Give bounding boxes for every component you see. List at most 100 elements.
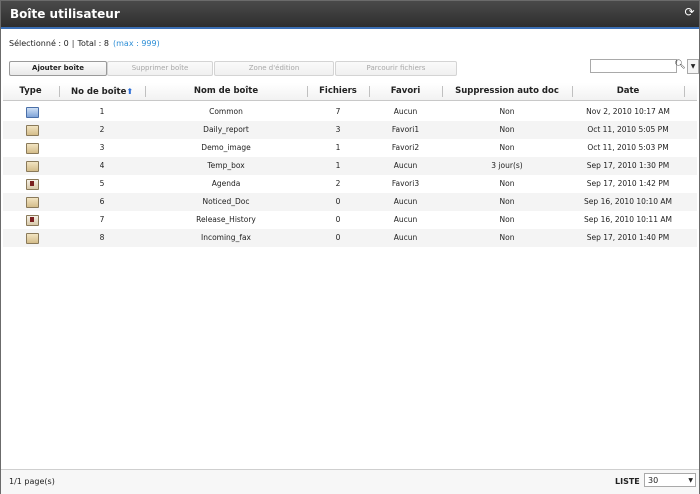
file-count: 3 [335,125,341,134]
lock-mark [30,217,34,222]
table-row[interactable]: 7 Release_History 0 Aucun Non Sep 16, 20… [3,211,697,229]
auto-delete-value: Non [499,179,515,188]
title-bar: Boîte utilisateur ⟳ [1,1,699,29]
auto-delete-value: Non [499,197,515,206]
auto-delete-value: Non [499,125,515,134]
footer-bar: 1/1 page(s) LISTE 30 ▼ [1,469,699,494]
selected-count: Sélectionné : 0 [9,39,69,48]
folder-box-icon [26,143,39,154]
favorite-value: Aucun [393,107,418,116]
sort-ascending-icon: ⬆ [126,87,134,96]
table-header: Type No de boîte⬆ Nom de boîte Fichiers … [3,83,697,101]
search-input[interactable] [590,59,677,73]
box-name: Demo_image [201,143,251,152]
box-number: 4 [99,161,105,170]
box-number: 6 [99,197,105,206]
box-number: 1 [99,107,105,116]
search-options-dropdown[interactable]: ▼ [687,59,699,74]
box-number: 5 [99,179,105,188]
date-value: Nov 2, 2010 10:17 AM [586,107,670,116]
rows-per-page-select[interactable]: 30 ▼ [644,473,696,487]
table-row[interactable]: 1 Common 7 Aucun Non Nov 2, 2010 10:17 A… [3,103,697,121]
date-value: Oct 11, 2010 5:05 PM [587,125,669,134]
col-box-name[interactable]: Nom de boîte [146,83,306,100]
max-count: (max : 999) [113,39,160,48]
table-row[interactable]: 2 Daily_report 3 Favori1 Non Oct 11, 201… [3,121,697,139]
col-files[interactable]: Fichiers [308,83,368,100]
auto-delete-value: Non [499,143,515,152]
user-box-window: Boîte utilisateur ⟳ Sélectionné : 0 | Tota… [0,0,700,494]
auto-delete-value: Non [499,107,515,116]
file-count: 1 [335,161,341,170]
file-count: 2 [335,179,341,188]
file-count: 0 [335,233,341,242]
box-name: Common [209,107,243,116]
table-row[interactable]: 6 Noticed_Doc 0 Aucun Non Sep 16, 2010 1… [3,193,697,211]
table-row[interactable]: 8 Incoming_fax 0 Aucun Non Sep 17, 2010 … [3,229,697,247]
box-number: 8 [99,233,105,242]
table-row[interactable]: 5 Agenda 2 Favori3 Non Sep 17, 2010 1:42… [3,175,697,193]
date-value: Sep 17, 2010 1:40 PM [586,233,670,242]
box-name: Noticed_Doc [202,197,250,206]
file-count: 0 [335,197,341,206]
file-count: 7 [335,107,341,116]
total-count: Total : 8 [77,39,109,48]
locked-box-icon [26,179,39,190]
table-row[interactable]: 3 Demo_image 1 Favori2 Non Oct 11, 2010 … [3,139,697,157]
chevron-down-icon: ▼ [690,63,696,70]
box-number: 7 [99,215,105,224]
box-name: Temp_box [207,161,245,170]
favorite-value: Aucun [393,233,418,242]
page-count: 1/1 page(s) [9,477,55,486]
date-value: Sep 17, 2010 1:30 PM [586,161,670,170]
folder-box-icon [26,161,39,172]
info-divider: | [71,39,75,48]
file-count: 1 [335,143,341,152]
favorite-value: Favori2 [391,143,420,152]
window-title: Boîte utilisateur [10,7,120,21]
chevron-down-icon: ▼ [688,477,693,484]
favorite-value: Favori1 [391,125,420,134]
browse-files-button[interactable]: Parcourir fichiers [335,61,457,76]
col-auto-delete[interactable]: Suppression auto doc [443,83,571,100]
date-value: Sep 17, 2010 1:42 PM [586,179,670,188]
auto-delete-value: 3 jour(s) [491,161,523,170]
refresh-icon[interactable]: ⟳ [683,6,696,19]
col-favorite[interactable]: Favori [370,83,441,100]
date-value: Sep 16, 2010 10:11 AM [584,215,672,224]
table-row[interactable]: 4 Temp_box 1 Aucun 3 jour(s) Sep 17, 201… [3,157,697,175]
box-name: Release_History [196,215,256,224]
list-label: LISTE [615,477,640,486]
delete-box-button[interactable]: Supprimer boîte [107,61,213,76]
file-count: 0 [335,215,341,224]
col-type[interactable]: Type [3,83,58,100]
box-name: Agenda [211,179,241,188]
auto-delete-value: Non [499,233,515,242]
favorite-value: Aucun [393,215,418,224]
date-value: Oct 11, 2010 5:03 PM [587,143,669,152]
favorite-value: Aucun [393,161,418,170]
col-box-number-label: No de boîte [70,87,127,97]
box-name: Incoming_fax [200,233,251,242]
rows-per-page-value: 30 [648,476,659,485]
column-divider [684,86,685,97]
search-icon[interactable]: 🔍︎ [674,59,686,72]
box-name: Daily_report [203,125,249,134]
box-number: 3 [99,143,105,152]
favorite-value: Aucun [393,197,418,206]
folder-box-icon [26,233,39,244]
edit-zone-button[interactable]: Zone d'édition [214,61,334,76]
col-date[interactable]: Date [573,83,683,100]
special-box-icon [26,107,39,118]
locked-box-icon [26,215,39,226]
date-value: Sep 16, 2010 10:10 AM [584,197,672,206]
favorite-value: Favori3 [391,179,420,188]
col-box-number[interactable]: No de boîte⬆ [60,83,144,100]
lock-mark [30,181,34,186]
folder-box-icon [26,125,39,136]
selection-info: Sélectionné : 0 | Total : 8 (max : 999) [9,39,160,48]
folder-box-icon [26,197,39,208]
auto-delete-value: Non [499,215,515,224]
add-box-button[interactable]: Ajouter boîte [9,61,107,76]
box-number: 2 [99,125,105,134]
